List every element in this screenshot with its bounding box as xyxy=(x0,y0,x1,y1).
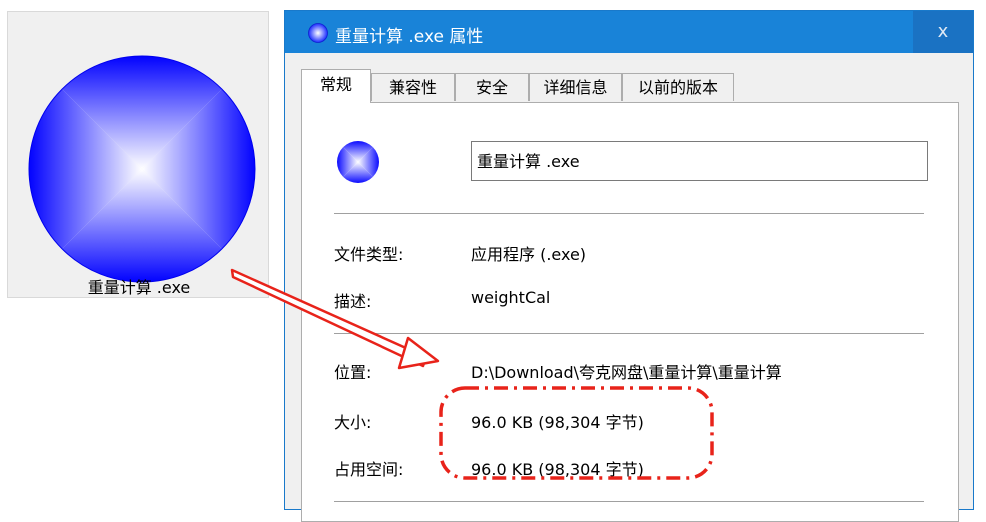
description-label: 描述: xyxy=(334,292,372,311)
size-on-disk-label: 占用空间: xyxy=(334,460,404,479)
size-label: 大小: xyxy=(334,413,372,432)
properties-dialog: 重量计算 .exe 属性 x 常规 兼容性 安全 详细信息 以前的版本 重量计算… xyxy=(284,10,974,522)
tab-compatibility[interactable]: 兼容性 xyxy=(371,73,455,101)
file-type-value: 应用程序 (.exe) xyxy=(471,245,587,264)
file-name-caption: 重量计算 .exe xyxy=(87,278,191,297)
location-label: 位置: xyxy=(334,363,372,382)
separator xyxy=(334,213,924,214)
location-value: D:\Download\夸克网盘\重量计算\重量计算 xyxy=(471,363,782,382)
title-bar[interactable]: 重量计算 .exe 属性 x xyxy=(285,11,973,53)
separator xyxy=(334,501,924,502)
close-button[interactable]: x xyxy=(913,11,973,53)
description-value: weightCal xyxy=(471,288,551,307)
tab-details[interactable]: 详细信息 xyxy=(529,73,622,101)
tab-security[interactable]: 安全 xyxy=(455,73,529,101)
app-orb-icon xyxy=(337,141,379,183)
separator xyxy=(334,333,924,334)
app-orb-icon xyxy=(28,55,256,283)
general-tab-panel: 重量计算 .exe 文件类型: 应用程序 (.exe) 描述: weightCa… xyxy=(301,102,959,522)
size-on-disk-value: 96.0 KB (98,304 字节) xyxy=(471,460,644,479)
size-value: 96.0 KB (98,304 字节) xyxy=(471,413,644,432)
desktop-file-icon[interactable]: 重量计算 .exe xyxy=(7,11,269,298)
file-name-field[interactable]: 重量计算 .exe xyxy=(471,141,928,181)
file-type-label: 文件类型: xyxy=(334,245,404,264)
dialog-title: 重量计算 .exe 属性 xyxy=(335,27,484,47)
tab-previous-versions[interactable]: 以前的版本 xyxy=(622,73,734,101)
close-icon: x xyxy=(937,21,949,42)
tab-general[interactable]: 常规 xyxy=(301,69,371,103)
app-orb-icon xyxy=(308,23,328,43)
